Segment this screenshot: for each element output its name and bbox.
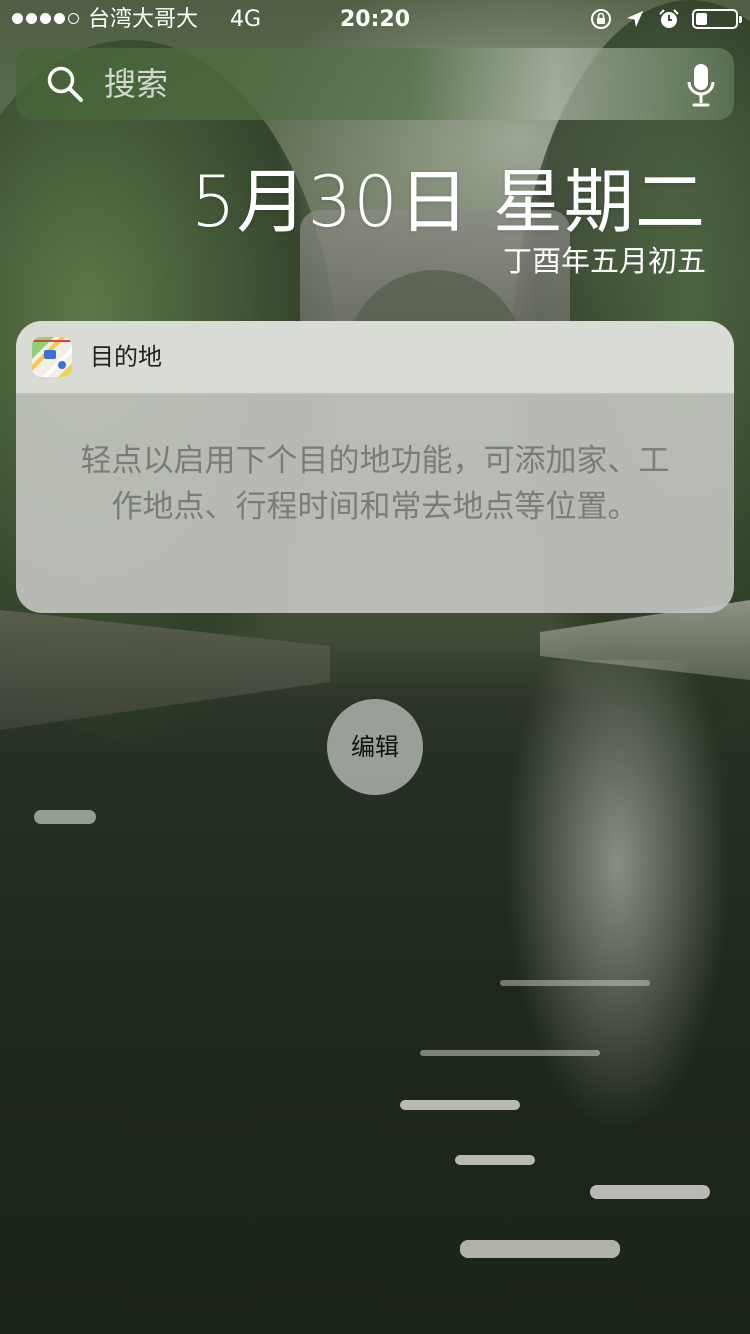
date-heading: 5月30日 星期二 (191, 161, 706, 243)
microphone-icon[interactable] (686, 62, 716, 108)
battery-level (696, 13, 707, 25)
widget-title: 目的地 (90, 343, 162, 371)
water-ripple (500, 980, 650, 986)
water-ripple (420, 1050, 600, 1056)
water-ripple (590, 1185, 710, 1199)
duck (34, 810, 96, 824)
water-ripple (460, 1240, 620, 1258)
maps-app-icon (32, 337, 72, 377)
alarm-icon (659, 9, 679, 28)
status-bar: 台湾大哥大 4G 20:20 (0, 0, 750, 40)
edit-button[interactable]: 编辑 (327, 699, 423, 795)
search-icon (47, 66, 83, 102)
search-input[interactable] (104, 62, 664, 106)
status-icons (590, 8, 742, 30)
lunar-date: 丁酉年五月初五 (502, 244, 706, 278)
water-ripple (455, 1155, 535, 1165)
widget-header: 目的地 (16, 321, 734, 394)
location-arrow-icon (627, 11, 643, 27)
widget-message[interactable]: 轻点以启用下个目的地功能，可添加家、工作地点、行程时间和常去地点等位置。 (76, 438, 674, 530)
search-bar[interactable] (16, 48, 734, 120)
water-ripple (400, 1100, 520, 1110)
orientation-lock-icon (591, 9, 611, 29)
water-reflection (420, 660, 750, 1334)
battery-icon (692, 9, 742, 29)
destinations-widget[interactable]: 目的地 轻点以启用下个目的地功能，可添加家、工作地点、行程时间和常去地点等位置。 (16, 321, 734, 613)
